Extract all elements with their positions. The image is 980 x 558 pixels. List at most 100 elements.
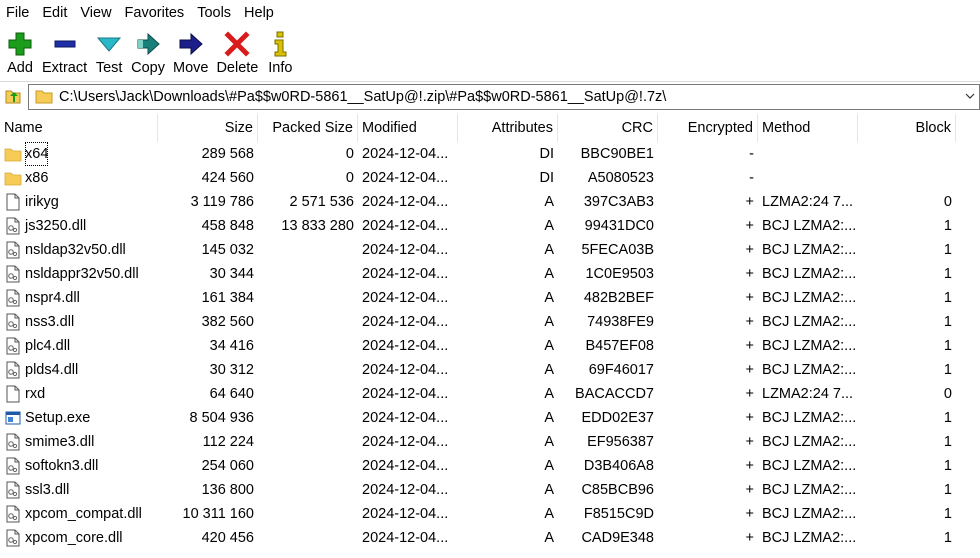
- packed-size-cell: [258, 286, 358, 310]
- column-header-name[interactable]: Name: [0, 114, 158, 142]
- block-cell: 1: [943, 434, 952, 450]
- menu-favorites[interactable]: Favorites: [121, 0, 194, 26]
- attributes-cell: A: [544, 506, 554, 522]
- menu-help[interactable]: Help: [240, 0, 283, 26]
- modified-cell: 2024-12-04...: [362, 410, 449, 426]
- file-row[interactable]: x86 424 560 0 2024-12-04... DI A5080523 -: [0, 166, 980, 190]
- packed-size-cell: [258, 334, 358, 358]
- dll-file-icon: [6, 361, 20, 379]
- name-cell[interactable]: irikyg: [0, 190, 158, 214]
- name-cell[interactable]: xpcom_core.dll: [0, 526, 158, 550]
- name-cell[interactable]: ssl3.dll: [0, 478, 158, 502]
- menu-file[interactable]: File: [2, 0, 38, 26]
- file-row[interactable]: nsldap32v50.dll 145 032 2024-12-04... A 5FEC…: [0, 238, 980, 262]
- method-cell: BCJ LZMA2:...: [762, 530, 857, 546]
- copy-button[interactable]: Copy: [127, 26, 169, 76]
- chevron-down-icon[interactable]: [963, 89, 977, 103]
- file-row[interactable]: js3250.dll 458 848 13 833 280 2024-12-04...…: [0, 214, 980, 238]
- name-cell[interactable]: softokn3.dll: [0, 454, 158, 478]
- check-icon: [97, 37, 122, 52]
- file-icon: [6, 385, 20, 403]
- name-cell[interactable]: nspr4.dll: [0, 286, 158, 310]
- crc-cell: 69F46017: [588, 362, 654, 378]
- info-button[interactable]: Info: [262, 26, 298, 76]
- dll-file-icon: [6, 217, 20, 235]
- file-name: ssl3.dll: [25, 482, 70, 498]
- column-header-block[interactable]: Block: [858, 114, 956, 142]
- method-cell: BCJ LZMA2:...: [762, 506, 857, 522]
- address-field[interactable]: C:\Users\Jack\Downloads\#Pa$$w0RD-5861__…: [28, 84, 980, 110]
- column-header-crc[interactable]: CRC: [558, 114, 658, 142]
- column-header-packed-size[interactable]: Packed Size: [258, 114, 358, 142]
- add-button[interactable]: Add: [2, 26, 38, 76]
- dll-file-icon: [6, 289, 20, 307]
- add-label: Add: [7, 60, 33, 76]
- column-header-encrypted[interactable]: Encrypted: [658, 114, 758, 142]
- name-cell[interactable]: rxd: [0, 382, 158, 406]
- name-cell[interactable]: xpcom_compat.dll: [0, 502, 158, 526]
- copy-label: Copy: [131, 60, 165, 76]
- encrypted-cell: +: [745, 530, 754, 546]
- encrypted-cell: +: [745, 218, 754, 234]
- move-label: Move: [172, 60, 209, 76]
- modified-cell: 2024-12-04...: [362, 386, 449, 402]
- name-cell[interactable]: nss3.dll: [0, 310, 158, 334]
- encrypted-cell: +: [745, 194, 754, 210]
- method-cell: BCJ LZMA2:...: [762, 362, 857, 378]
- menu-tools[interactable]: Tools: [193, 0, 240, 26]
- block-cell: 1: [943, 410, 952, 426]
- file-row[interactable]: smime3.dll 112 224 2024-12-04... A EF956387 +…: [0, 430, 980, 454]
- menu-edit[interactable]: Edit: [38, 0, 76, 26]
- file-row[interactable]: x64 289 568 0 2024-12-04... DI BBC90BE1 -: [0, 142, 980, 166]
- block-cell: 0: [943, 194, 952, 210]
- method-cell: BCJ LZMA2:...: [762, 458, 857, 474]
- name-cell[interactable]: Setup.exe: [0, 406, 158, 430]
- encrypted-cell: -: [749, 146, 754, 162]
- test-button[interactable]: Test: [91, 26, 127, 76]
- dll-file-icon: [6, 481, 20, 499]
- name-cell[interactable]: nsldap32v50.dll: [0, 238, 158, 262]
- move-button[interactable]: Move: [169, 26, 212, 76]
- file-row[interactable]: softokn3.dll 254 060 2024-12-04... A D3B406A…: [0, 454, 980, 478]
- size-cell: 34 416: [209, 338, 254, 354]
- delete-button[interactable]: Delete: [212, 26, 262, 76]
- name-cell[interactable]: js3250.dll: [0, 214, 158, 238]
- packed-size-cell: [258, 238, 358, 262]
- column-header-method[interactable]: Method: [758, 114, 858, 142]
- file-row[interactable]: irikyg 3 119 786 2 571 536 2024-12-04... A 39…: [0, 190, 980, 214]
- name-cell[interactable]: x64: [0, 142, 158, 166]
- file-row[interactable]: xpcom_core.dll 420 456 2024-12-04... A CAD9E…: [0, 526, 980, 550]
- method-cell: BCJ LZMA2:...: [762, 434, 857, 450]
- file-row[interactable]: rxd 64 640 2024-12-04... A BACACCD7 + LZMA2:24…: [0, 382, 980, 406]
- crc-cell: B457EF08: [585, 338, 654, 354]
- file-row[interactable]: xpcom_compat.dll 10 311 160 2024-12-04... A…: [0, 502, 980, 526]
- file-row[interactable]: plds4.dll 30 312 2024-12-04... A 69F46017 + BC…: [0, 358, 980, 382]
- column-header-modified[interactable]: Modified: [358, 114, 458, 142]
- name-cell[interactable]: x86: [0, 166, 158, 190]
- extract-button[interactable]: Extract: [38, 26, 91, 76]
- file-row[interactable]: nspr4.dll 161 384 2024-12-04... A 482B2BEF + B…: [0, 286, 980, 310]
- file-row[interactable]: nss3.dll 382 560 2024-12-04... A 74938FE9 + BC…: [0, 310, 980, 334]
- modified-cell: 2024-12-04...: [362, 194, 449, 210]
- file-row[interactable]: ssl3.dll 136 800 2024-12-04... A C85BCB96 + BC…: [0, 478, 980, 502]
- file-row[interactable]: plc4.dll 34 416 2024-12-04... A B457EF08 + BCJ…: [0, 334, 980, 358]
- method-cell: BCJ LZMA2:...: [762, 338, 857, 354]
- toolbar: Add Extract Test Copy Move Delete Info: [0, 26, 980, 81]
- up-folder-button[interactable]: [0, 84, 26, 110]
- folder-icon: [4, 172, 22, 186]
- column-header-attributes[interactable]: Attributes: [458, 114, 558, 142]
- encrypted-cell: +: [745, 482, 754, 498]
- name-cell[interactable]: smime3.dll: [0, 430, 158, 454]
- name-cell[interactable]: plds4.dll: [0, 358, 158, 382]
- encrypted-cell: +: [745, 290, 754, 306]
- crc-cell: 74938FE9: [587, 314, 654, 330]
- size-cell: 161 384: [201, 290, 254, 306]
- file-row[interactable]: nsldappr32v50.dll 30 344 2024-12-04... A 1C0…: [0, 262, 980, 286]
- menu-view[interactable]: View: [76, 0, 120, 26]
- packed-size-cell: [258, 502, 358, 526]
- packed-size-cell: [258, 382, 358, 406]
- name-cell[interactable]: nsldappr32v50.dll: [0, 262, 158, 286]
- column-header-size[interactable]: Size: [158, 114, 258, 142]
- name-cell[interactable]: plc4.dll: [0, 334, 158, 358]
- file-row[interactable]: Setup.exe 8 504 936 2024-12-04... A EDD02E37…: [0, 406, 980, 430]
